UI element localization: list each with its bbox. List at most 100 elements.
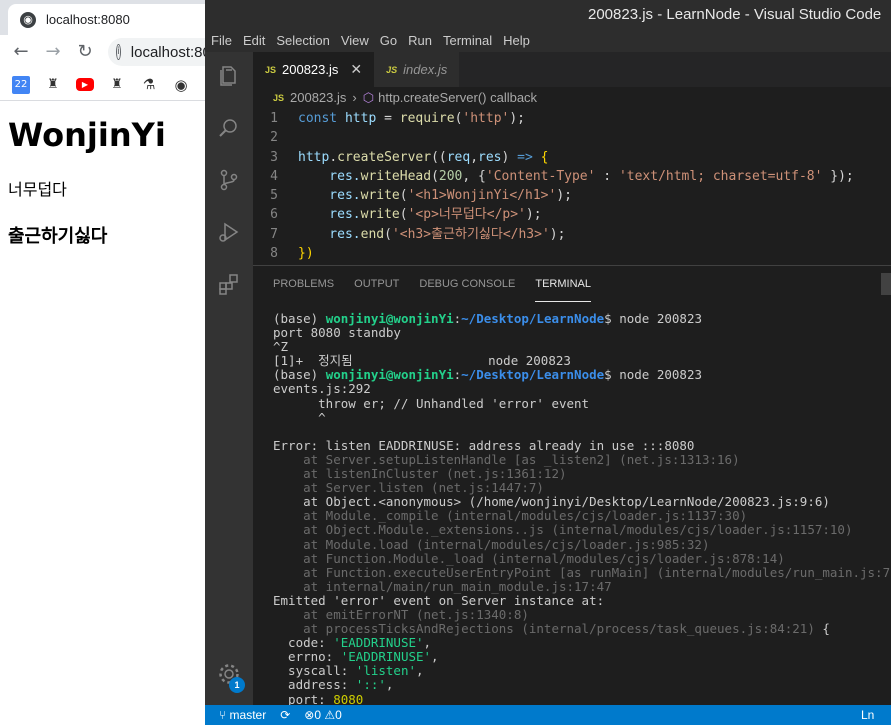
code-line[interactable]: 4 res.writeHead(200, {'Content-Type' : '… [253,167,891,186]
settings-badge: 1 [229,677,245,693]
code-token: end [360,226,385,242]
field-sep: , [416,663,424,679]
terminal-command: $ node 200823 [604,311,702,326]
terminal-line: [1]+ 정지됨 node 200823 [273,353,571,369]
code-token: . [329,149,338,165]
code-token: }) [298,246,314,262]
address-bar[interactable]: i localhost:8080 [108,38,205,66]
terminal-line: Error: listen EADDRINUSE: address alread… [273,437,695,453]
breadcrumb: JS 200823.js › ⬡ http.createServer() cal… [253,87,891,109]
breadcrumb-symbol[interactable]: http.createServer() callback [378,87,537,109]
tab-problems[interactable]: PROBLEMS [273,266,334,302]
menu-view[interactable]: View [341,30,369,52]
flask-icon[interactable]: ⚗ [140,76,158,94]
cursor-position[interactable]: Ln [861,705,874,725]
tab-200823-js[interactable]: JS 200823.js ✕ [253,52,375,87]
code-token: '<p>너무덥다</p>' [407,207,526,223]
code-line[interactable]: 3 http.createServer((req,res) => { [253,148,891,167]
back-icon[interactable]: ← [10,41,32,63]
warning-count: 0 [335,708,342,722]
editor-tabs: JS 200823.js ✕ JS index.js [253,52,891,87]
branch-icon: ⑂ [219,708,230,722]
vscode-window: 200823.js - LearnNode - Visual Studio Co… [205,0,891,725]
code-line[interactable]: 8}) [253,244,891,263]
terminal-line: ^Z [273,339,289,355]
status-bar: ⑂ master ⟳ ⊗0 ⚠0 Ln [205,705,891,725]
figure-icon[interactable]: ♜ [108,76,126,94]
code-token: res. [298,188,361,204]
error-count: 0 [314,708,322,722]
tab-output[interactable]: OUTPUT [354,266,399,302]
stack-trace-line: at Object.Module._extensions..js (intern… [273,522,853,538]
explorer-icon[interactable] [217,64,241,88]
window-title-bar: 200823.js - LearnNode - Visual Studio Co… [205,0,891,30]
field-key: code: [273,635,334,651]
stack-trace-line: at Object.<anonymous> (/home/wonjinyi/De… [273,494,830,510]
code-editor[interactable]: 1 const http = require ('http'); 2 3 http.c… [253,109,891,265]
info-icon[interactable]: i [116,44,121,60]
close-icon[interactable]: ✕ [350,61,362,78]
code-token: , { [462,168,486,184]
problems-indicator[interactable]: ⊗0 ⚠0 [304,705,342,725]
code-token: : [595,168,619,184]
source-control-icon[interactable] [217,168,241,192]
code-line[interactable]: 7 res.end('<h3>출근하기싫다</h3>'); [253,225,891,244]
git-branch[interactable]: ⑂ master [219,705,266,725]
globe-icon: ◉ [20,11,36,28]
field-key: errno: [273,649,341,665]
reload-icon[interactable]: ↻ [74,41,96,63]
field-key: syscall: [273,663,356,679]
browser-tab[interactable]: ◉ localhost:8080 [8,4,205,35]
menu-selection[interactable]: Selection [276,30,329,52]
tab-debug-console[interactable]: DEBUG CONSOLE [419,266,515,302]
breadcrumb-file[interactable]: 200823.js [290,87,346,109]
code-line[interactable]: 5 res.write('<h1>WonjinYi</h1>'); [253,186,891,205]
prompt-user: wonjinyi@wonjinYi [325,367,454,383]
tab-label: index.js [403,62,448,77]
extensions-icon[interactable] [217,272,241,296]
code-line[interactable]: 6 res.write('<p>너무덥다</p>'); [253,205,891,224]
menu-run[interactable]: Run [408,30,432,52]
code-line[interactable]: 1 const http = require('http'); [253,109,891,128]
stack-trace-line: at Server.setupListenHandle [as _listen2… [273,451,740,467]
search-icon[interactable] [217,116,241,140]
page-paragraph: 너무덥다 [8,180,67,199]
calendar-icon[interactable]: 22 [12,75,30,94]
stack-trace-line: at listenInCluster (net.js:1361:12) [273,466,567,482]
youtube-icon[interactable]: ▶ [76,78,94,91]
prompt-user: wonjinyi@wonjinYi [325,311,454,326]
forward-icon[interactable]: → [42,41,64,63]
code-token: res. [298,168,361,184]
line-number: 6 [270,207,278,223]
terminal-line: throw er; // Unhandled 'error' event [273,395,590,411]
tab-terminal[interactable]: TERMINAL [535,266,591,302]
code-line[interactable]: 2 [253,128,891,147]
address-bar-url[interactable]: localhost:8080 [131,44,205,61]
figure-icon[interactable]: ♜ [44,76,62,94]
globe-icon[interactable]: ◉ [172,76,190,94]
code-token: http [298,149,330,165]
code-token: write [360,207,400,223]
window-title: 200823.js - LearnNode - Visual Studio Co… [588,6,882,23]
panel-scrollbar[interactable] [881,273,891,295]
menu-terminal[interactable]: Terminal [443,30,492,52]
javascript-file-icon: JS [273,93,285,103]
code-token: ); [549,226,566,242]
terminal-output[interactable]: (base) wonjinyi@wonjinYi:~/Desktop/Learn… [273,311,891,707]
error-icon: ⊗ [304,708,315,722]
terminal-line: Emitted 'error' event on Server instance… [273,592,605,608]
bottom-panel: PROBLEMS OUTPUT DEBUG CONSOLE TERMINAL (… [253,265,891,707]
menu-edit[interactable]: Edit [243,30,265,52]
menu-file[interactable]: File [211,30,232,52]
tab-index-js[interactable]: JS index.js [374,52,460,87]
sync-icon[interactable]: ⟳ [280,705,290,725]
stack-trace-line: at Module._compile (internal/modules/cjs… [273,508,748,524]
menu-help[interactable]: Help [503,30,530,52]
browser-window: ◉ localhost:8080 ← → ↻ i localhost:8080 … [0,0,205,725]
page-content: WonjinYi 너무덥다 출근하기싫다 [0,102,205,248]
menu-go[interactable]: Go [380,30,397,52]
field-value: 'listen' [355,663,417,679]
code-token: require [399,111,455,126]
run-debug-icon[interactable] [217,220,241,244]
